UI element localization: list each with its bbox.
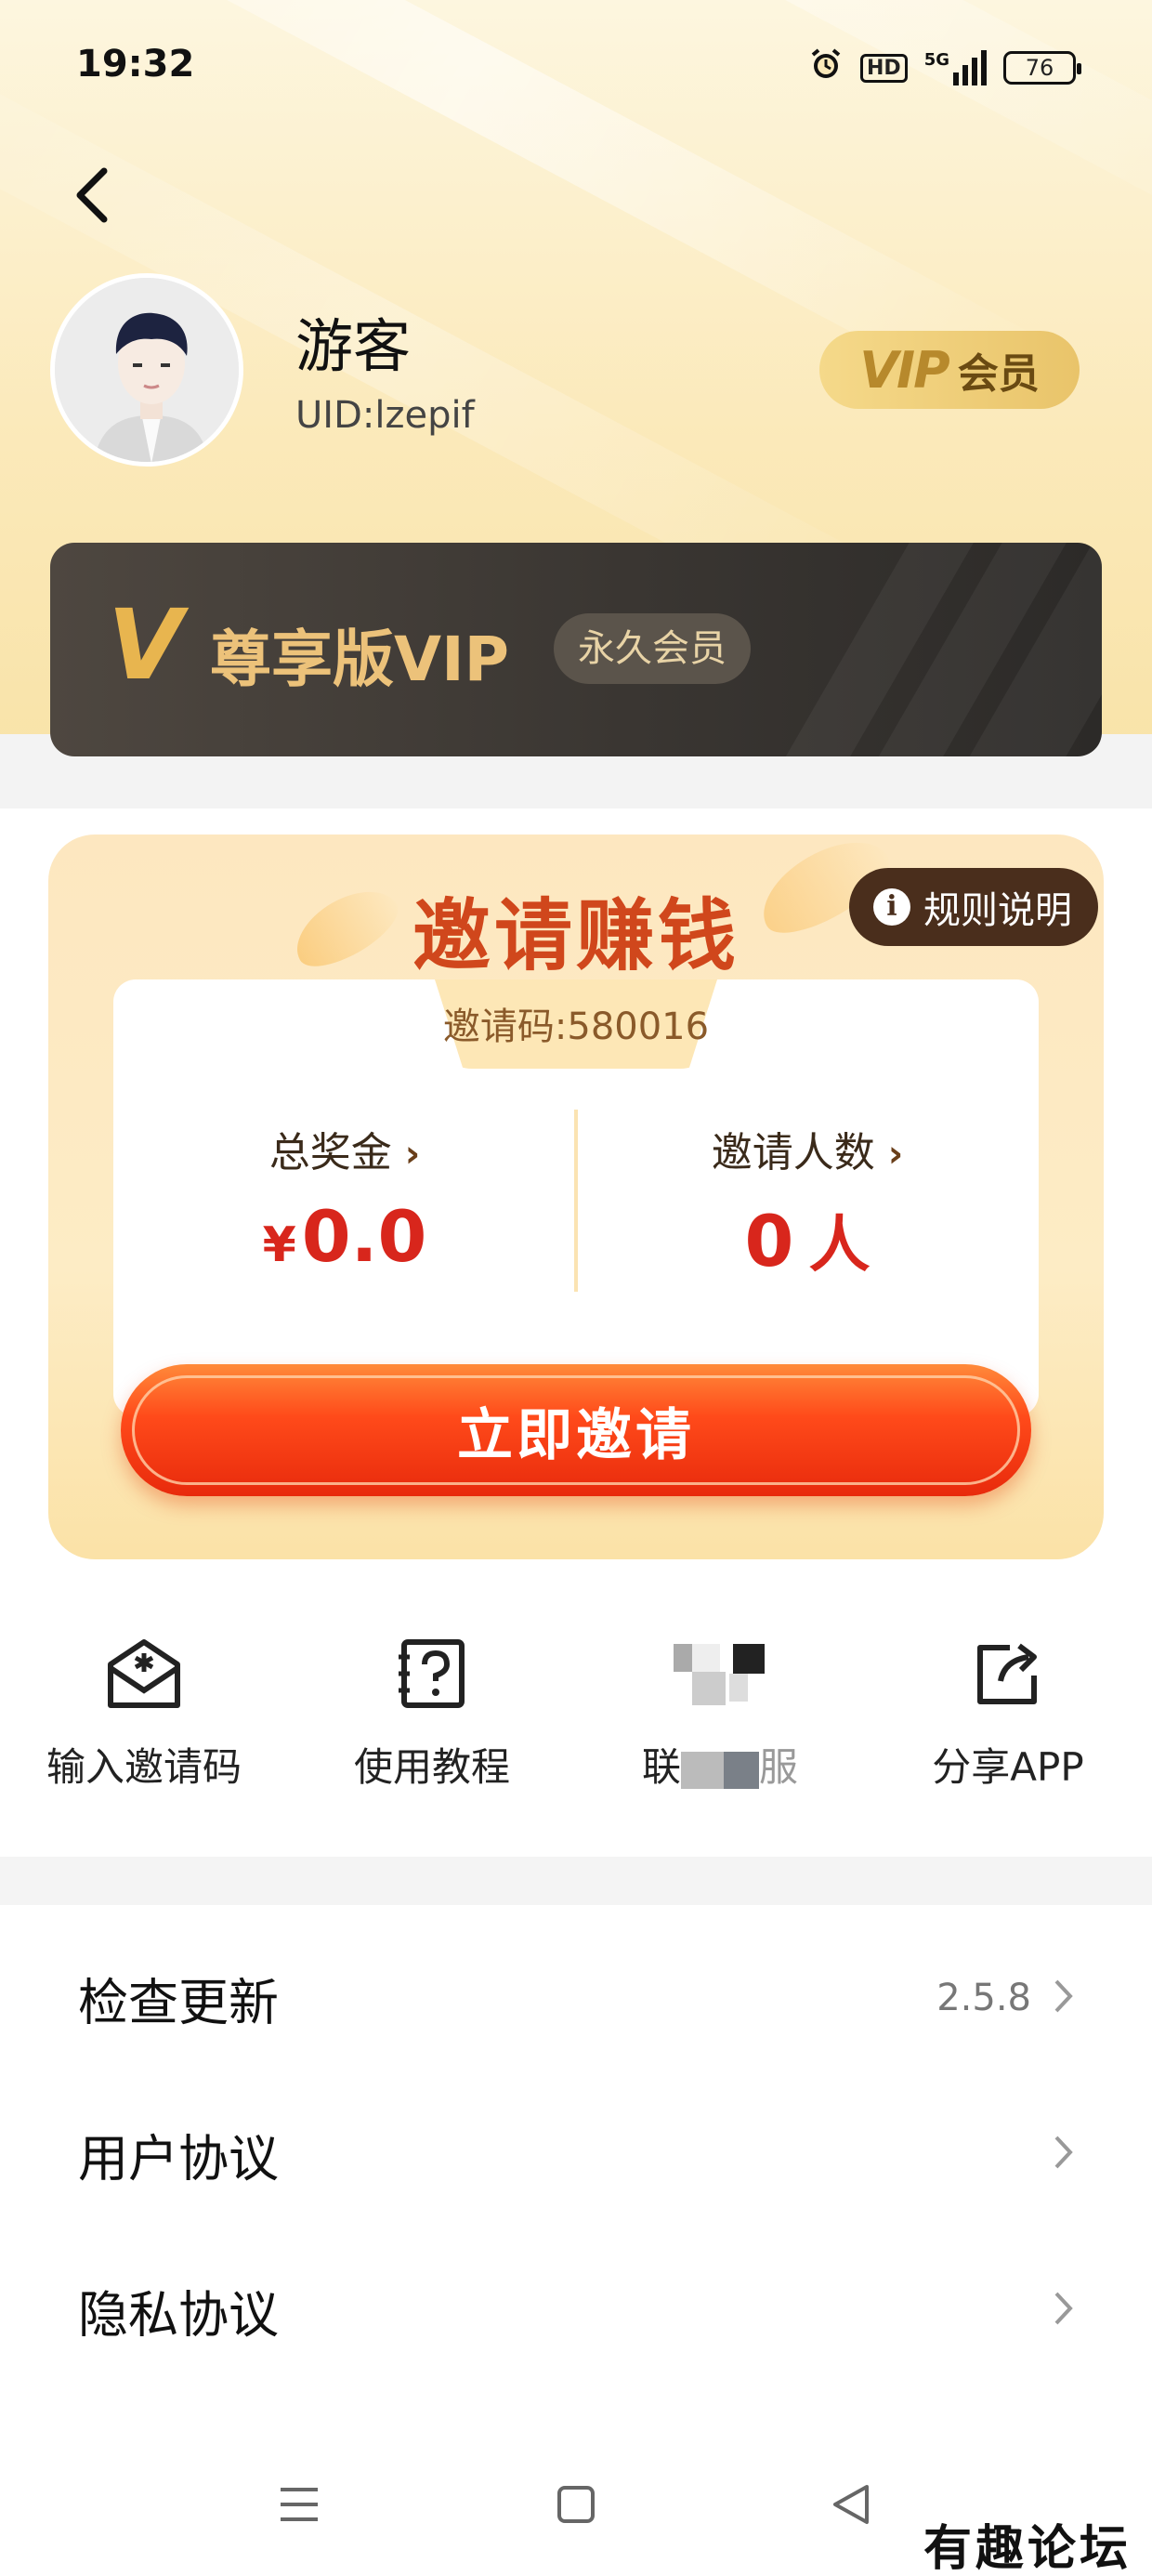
invitees-stat[interactable]: 邀请人数 › 0人 xyxy=(576,1119,1039,1284)
user-uid: UID:lzepif xyxy=(295,394,475,437)
invite-panel: 邀请赚钱 i 规则说明 邀请码:580016 总奖金 › ¥0.0 邀请人数 ›… xyxy=(48,822,1104,1559)
total-reward-stat[interactable]: 总奖金 › ¥0.0 xyxy=(113,1119,576,1278)
shortcut-label: 输入邀请码 xyxy=(46,1744,242,1790)
invite-code[interactable]: 邀请码:580016 xyxy=(392,996,760,1050)
list-item-user-agreement[interactable]: 用户协议 xyxy=(0,2076,1152,2232)
vip-member-badge[interactable]: VIP 会员 xyxy=(819,331,1080,409)
username: 游客 xyxy=(295,312,412,380)
invite-now-button[interactable]: 立即邀请 xyxy=(121,1364,1031,1496)
shortcut-enter-invite-code[interactable]: 输入邀请码 xyxy=(0,1632,288,1793)
home-icon[interactable] xyxy=(548,2463,604,2546)
share-icon xyxy=(864,1632,1152,1715)
invitees-label: 邀请人数 xyxy=(711,1129,875,1176)
info-icon: i xyxy=(873,888,910,926)
vip-v-logo: V xyxy=(108,588,183,702)
envelope-icon xyxy=(0,1632,288,1715)
list-item-title: 检查更新 xyxy=(78,1973,279,2032)
shortcut-label: 分享APP xyxy=(932,1744,1084,1790)
chevron-right-icon xyxy=(1054,2127,1074,2181)
signal-icon: 5G xyxy=(924,50,987,85)
shortcut-label: 联服 xyxy=(641,1744,799,1790)
menu-icon[interactable] xyxy=(271,2463,327,2546)
alarm-icon xyxy=(808,46,844,89)
shortcut-customer-service[interactable]: 联服 xyxy=(576,1632,864,1793)
vip-badge-word: VIP xyxy=(859,340,949,400)
avatar[interactable] xyxy=(50,273,243,467)
vip-card-title: 尊享版VIP xyxy=(210,624,510,695)
app-version: 2.5.8 xyxy=(936,1977,1031,2019)
watermark: 有趣论坛 xyxy=(923,2520,1132,2576)
total-reward-label: 总奖金 xyxy=(268,1129,392,1176)
battery-icon: 76 xyxy=(1003,51,1081,85)
invitees-unit: 人 xyxy=(808,1209,871,1281)
vip-badge-label: 会员 xyxy=(957,350,1040,398)
vip-card[interactable]: V 尊享版VIP 永久会员 xyxy=(50,543,1102,756)
section-divider xyxy=(0,1857,1152,1905)
chevron-right-icon: › xyxy=(404,1133,421,1176)
shortcut-label: 使用教程 xyxy=(353,1744,510,1790)
back-button[interactable] xyxy=(72,165,110,235)
customer-service-icon xyxy=(576,1632,864,1715)
status-time: 19:32 xyxy=(76,43,195,85)
invite-now-label: 立即邀请 xyxy=(457,1402,695,1468)
status-icons: HD 5G 76 xyxy=(808,46,1081,89)
currency-symbol: ¥ xyxy=(262,1217,296,1273)
hd-icon: HD xyxy=(860,53,908,83)
chevron-right-icon xyxy=(1054,2283,1074,2337)
chevron-right-icon xyxy=(1054,1971,1074,2025)
shortcut-row: 输入邀请码 使用教程 联服 分享APP xyxy=(0,1632,1152,1818)
total-reward-value: 0.0 xyxy=(301,1195,427,1278)
invitees-value: 0 xyxy=(744,1200,794,1282)
list-item-title: 隐私协议 xyxy=(78,2285,279,2345)
back-triangle-icon[interactable] xyxy=(823,2463,879,2546)
list-item-privacy-policy[interactable]: 隐私协议 xyxy=(0,2232,1152,2388)
list-item-title: 用户协议 xyxy=(78,2129,279,2188)
help-book-icon xyxy=(288,1632,576,1715)
vip-card-tag: 永久会员 xyxy=(554,613,751,684)
chevron-right-icon: › xyxy=(887,1133,904,1176)
rules-button-label: 规则说明 xyxy=(923,889,1072,932)
rules-button[interactable]: i 规则说明 xyxy=(849,868,1098,946)
invite-stats-card: 邀请码:580016 总奖金 › ¥0.0 邀请人数 › 0人 xyxy=(113,979,1039,1416)
list-item-check-update[interactable]: 检查更新 2.5.8 xyxy=(0,1920,1152,2076)
shortcut-share-app[interactable]: 分享APP xyxy=(864,1632,1152,1793)
shortcut-tutorial[interactable]: 使用教程 xyxy=(288,1632,576,1793)
